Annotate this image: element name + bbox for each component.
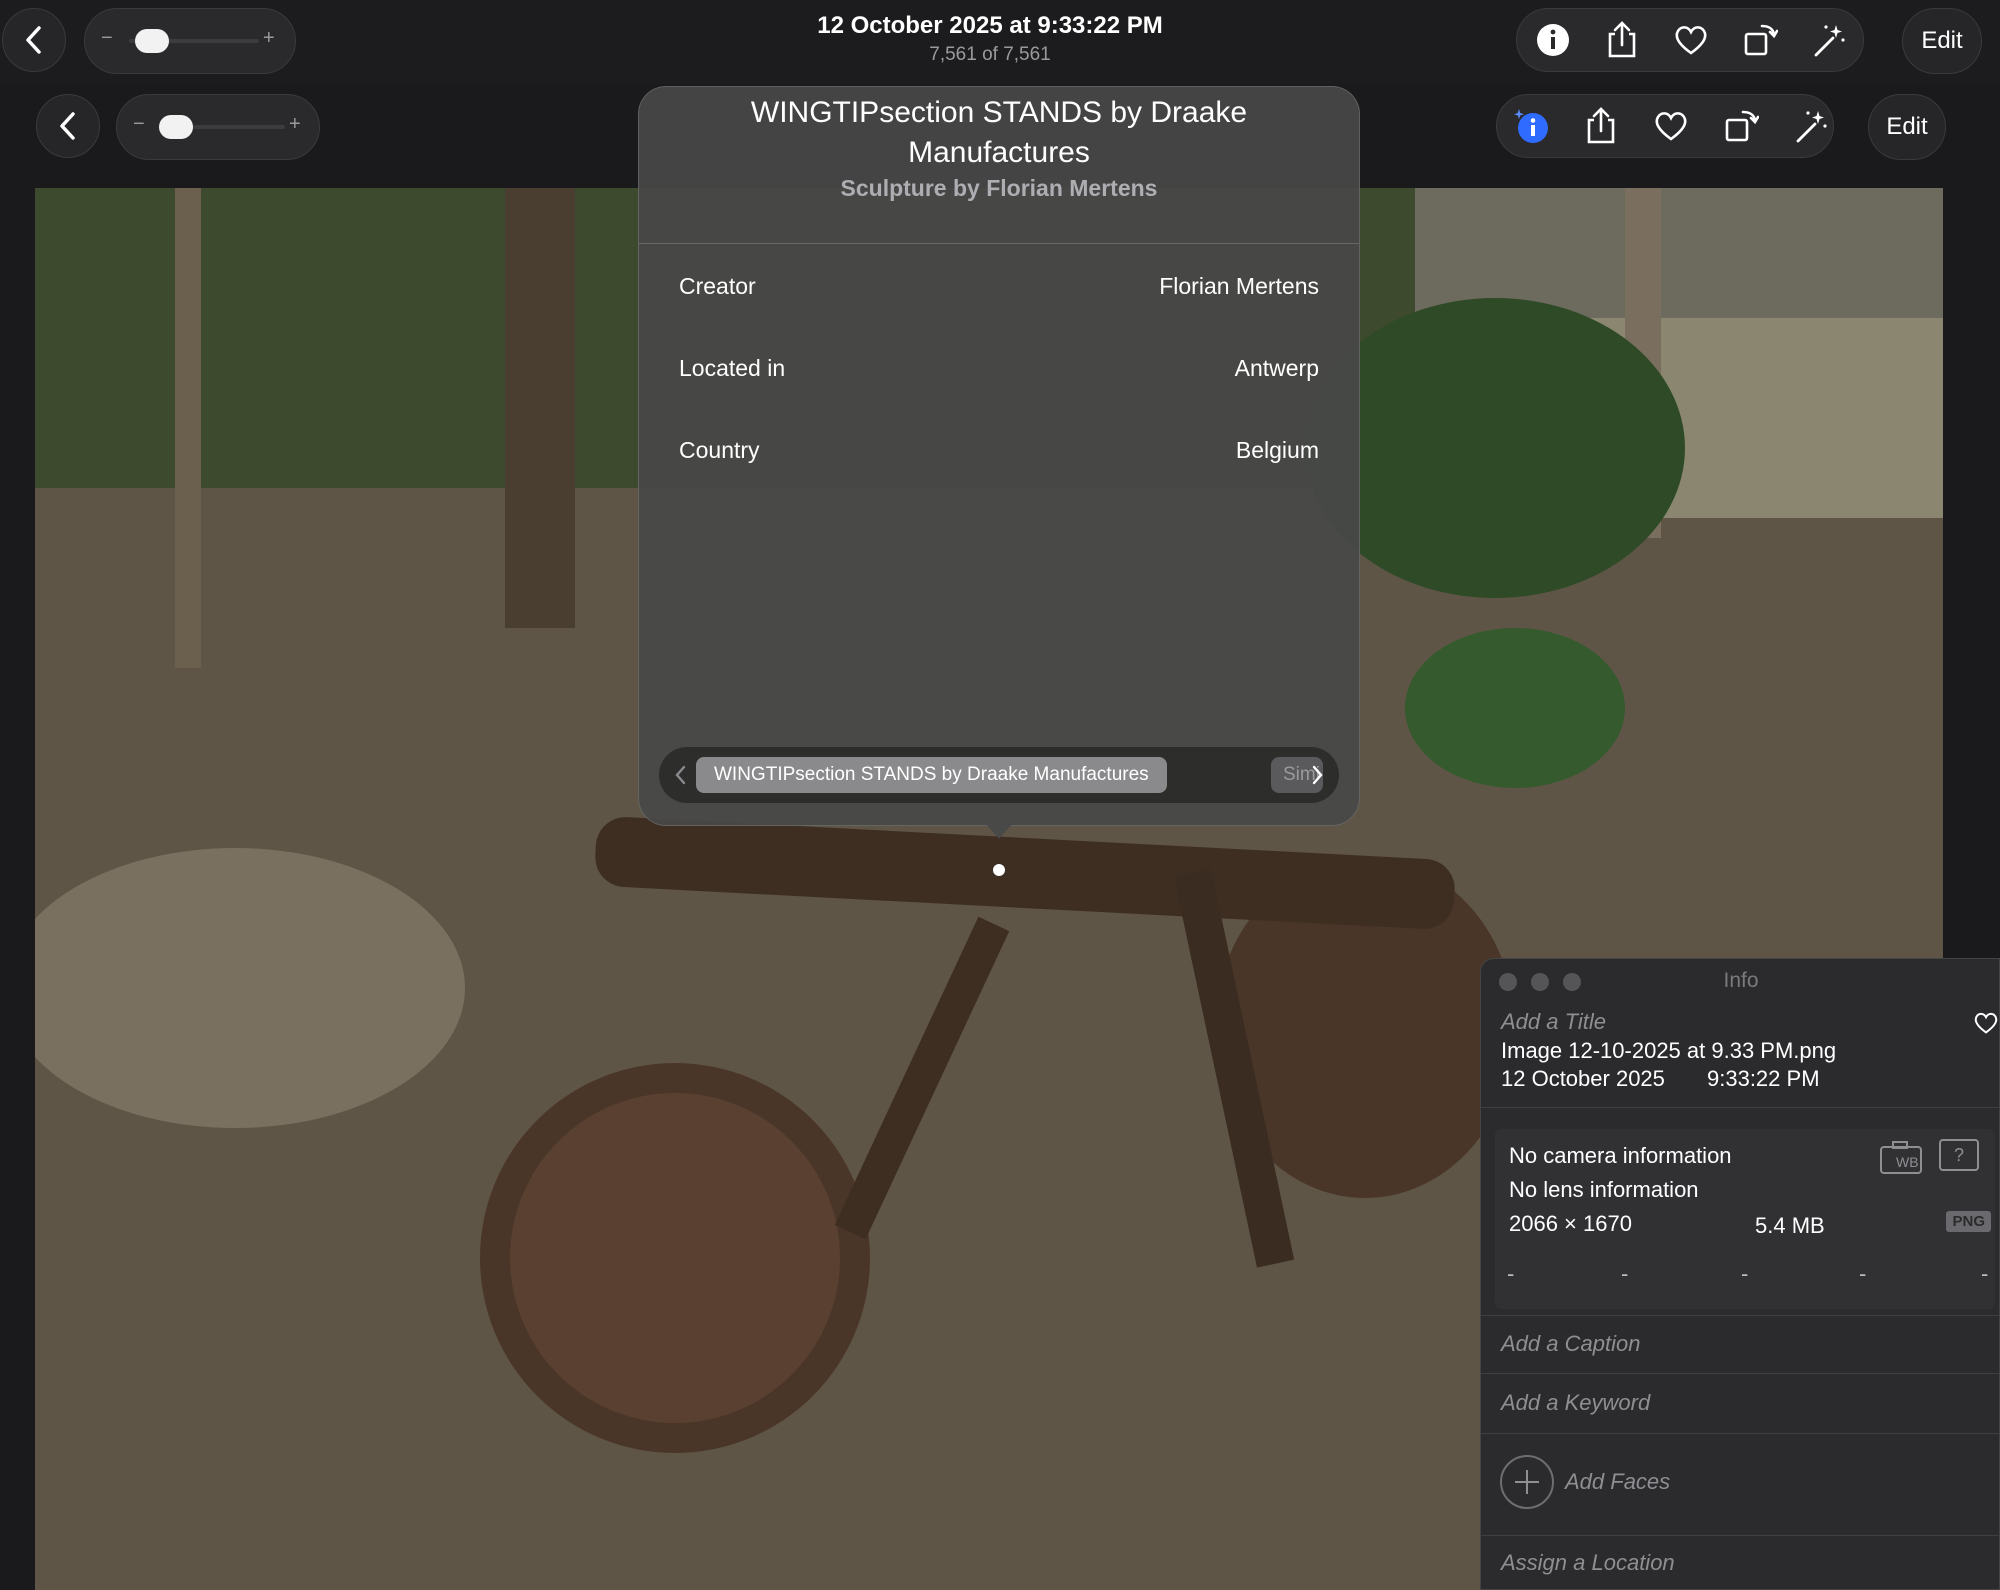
row-label: Creator [679,273,756,299]
capture-time: 9:33:22 PM [1707,1066,1820,1091]
info-active-icon[interactable] [1509,104,1553,148]
capture-date: 12 October 2025 [1501,1066,1665,1091]
tabs-prev-button[interactable] [665,747,695,803]
rotate-icon[interactable] [1738,18,1782,62]
popover-row-creator: Creator Florian Mertens [679,273,1319,300]
edit-button-label: Edit [1886,113,1928,140]
chevron-left-icon [58,111,78,141]
add-faces-plus-icon[interactable] [1499,1454,1555,1510]
exif-focal: - [1621,1261,1629,1286]
popover-row-location: Located in Antwerp [679,355,1319,382]
zoom-in-label: + [289,113,301,135]
exif-ev: - [1741,1261,1749,1286]
result-tab-active[interactable]: WINGTIPsection STANDS by Draake Manufact… [696,757,1167,793]
top-action-group [1516,8,1864,72]
separator [1481,1107,1999,1108]
info-panel: Info Add a Title Image 12-10-2025 at 9.3… [1480,958,2000,1590]
separator [1481,1535,1999,1536]
unknown-metering-icon: ? [1939,1139,1979,1171]
title-field[interactable]: Add a Title [1501,1009,1606,1035]
add-faces-label[interactable]: Add Faces [1565,1469,1670,1495]
tabs-next-button[interactable] [1303,747,1333,803]
popover-divider [639,243,1359,244]
info-panel-title: Info [1723,969,1759,992]
favorite-heart-icon[interactable] [1649,104,1693,148]
separator [1481,1433,1999,1434]
info-icon[interactable] [1531,18,1575,62]
zoom-out-label: − [133,113,145,135]
lens-info: No lens information [1509,1177,1699,1202]
separator [1481,1373,1999,1374]
lookup-popover: WINGTIPsection STANDS by Draake Manufact… [638,86,1360,839]
row-value: Antwerp [1234,355,1319,381]
row-label: Located in [679,355,786,381]
exif-shutter: - [1981,1261,1989,1286]
popover-row-country: Country Belgium [679,437,1319,464]
chevron-right-icon [1312,765,1324,785]
file-name: Image 12-10-2025 at 9.33 PM.png [1501,1038,1837,1063]
keyword-field[interactable]: Add a Keyword [1501,1390,1650,1416]
edit-button-label: Edit [1921,27,1963,54]
edit-button[interactable]: Edit [1902,8,1982,74]
row-value: Florian Mertens [1159,273,1319,299]
secondary-action-group [1496,94,1834,158]
zoom-knob[interactable] [159,115,193,139]
format-badge: PNG [1946,1211,1991,1232]
location-field[interactable]: Assign a Location [1501,1550,1675,1576]
chevron-left-icon [674,765,686,785]
share-icon[interactable] [1579,104,1623,148]
favorite-heart-icon[interactable] [1973,1011,1999,1035]
separator [1481,1315,1999,1316]
favorite-heart-icon[interactable] [1669,18,1713,62]
caption-field[interactable]: Add a Caption [1501,1331,1640,1357]
exif-iso: - [1507,1261,1515,1286]
file-size: 5.4 MB [1755,1213,1825,1238]
exif-aperture: - [1859,1261,1867,1286]
magic-wand-icon[interactable] [1789,104,1833,148]
row-label: Country [679,437,760,463]
result-tabs: WINGTIPsection STANDS by Draake Manufact… [659,747,1339,803]
lookup-anchor-dot[interactable] [993,864,1005,876]
popover-subtitle: Sculpture by Florian Mertens [840,175,1158,201]
row-value: Belgium [1235,437,1319,463]
rotate-icon[interactable] [1719,104,1763,148]
popover-pointer [985,823,1013,839]
image-dimensions: 2066 × 1670 [1509,1211,1632,1236]
camera-info: No camera information [1509,1143,1732,1168]
white-balance-icon: WB [1879,1139,1923,1175]
magic-wand-icon[interactable] [1807,18,1851,62]
white-balance-label: WB [1896,1154,1919,1170]
back-button-secondary[interactable] [36,94,100,158]
unknown-metering-label: ? [1953,1145,1964,1165]
share-icon[interactable] [1600,18,1644,62]
popover-title: WINGTIPsection STANDS by Draake Manufact… [750,96,1248,169]
edit-button-secondary[interactable]: Edit [1868,94,1946,160]
zoom-slider-secondary[interactable]: − + [116,94,320,160]
